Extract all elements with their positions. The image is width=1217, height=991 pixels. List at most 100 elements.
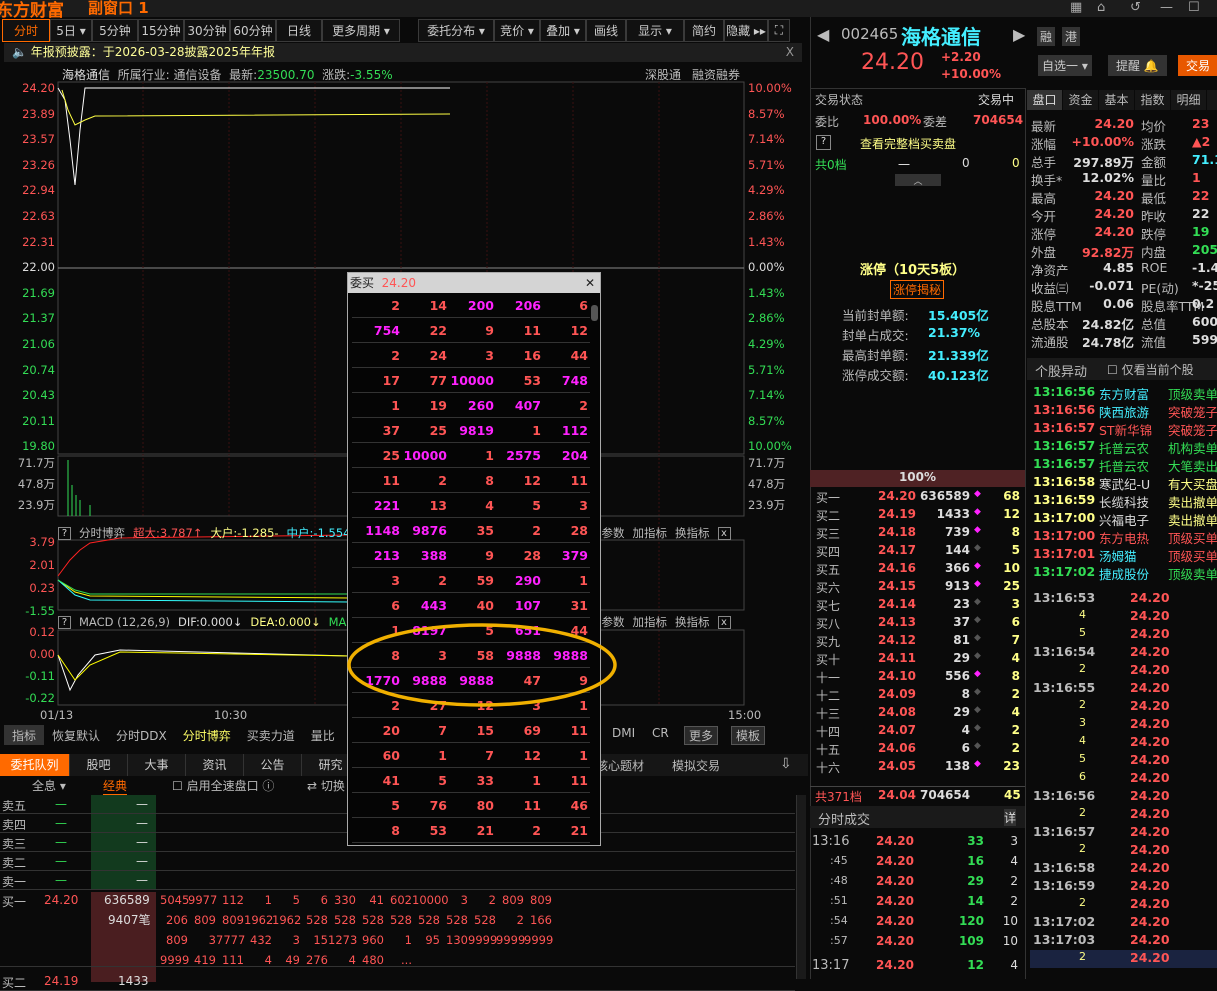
- help-icon[interactable]: ?: [58, 526, 71, 540]
- game-tick: 2.01: [29, 558, 55, 572]
- popup-scrollbar[interactable]: [591, 305, 598, 321]
- fast-checkbox[interactable]: ☐ 启用全速盘口 ⓘ: [172, 777, 274, 794]
- period-tab[interactable]: 5日 ▾: [50, 19, 92, 42]
- indicator-tab[interactable]: 量比: [303, 725, 343, 745]
- full-book-link[interactable]: 查看完整档买卖盘: [860, 135, 956, 152]
- alert-stock[interactable]: 长缆科技: [1099, 492, 1149, 511]
- alert-stock[interactable]: 托普云农: [1099, 438, 1149, 457]
- period-tab[interactable]: 分时: [2, 19, 50, 42]
- macd-dea: [57, 651, 351, 681]
- indicator-tab[interactable]: 分时DDX: [108, 725, 175, 745]
- tool-button[interactable]: 简约: [684, 19, 724, 42]
- watchlist-dropdown[interactable]: 自选一 ▾: [1038, 55, 1092, 76]
- tool-button[interactable]: 画线: [586, 19, 626, 42]
- limit-value: 21.339亿: [928, 348, 989, 363]
- period-tab[interactable]: 5分钟: [92, 19, 138, 42]
- alert-stock[interactable]: 陕西旅游: [1099, 402, 1149, 421]
- quote-tab[interactable]: 盘口: [1027, 90, 1062, 110]
- indicator-tab[interactable]: 更多: [684, 726, 719, 745]
- skin-icon[interactable]: ⌂: [1097, 0, 1105, 15]
- quote-tab[interactable]: 基本: [1099, 90, 1134, 110]
- alert-stock[interactable]: 东方电热: [1099, 528, 1149, 547]
- only-current-checkbox[interactable]: ☐ 仅看当前个股: [1107, 361, 1194, 378]
- tool-button[interactable]: 叠加 ▾: [540, 19, 586, 42]
- alert-stock[interactable]: 汤姆猫: [1099, 546, 1137, 565]
- detail-button[interactable]: 详: [1004, 809, 1017, 826]
- prev-stock-icon[interactable]: ◀: [817, 25, 829, 44]
- period-tab[interactable]: 30分钟: [184, 19, 230, 42]
- period-tab[interactable]: 15分钟: [138, 19, 184, 42]
- close-icon[interactable]: x: [717, 526, 731, 540]
- indicator-tab[interactable]: 模板: [731, 726, 766, 745]
- all-dropdown[interactable]: 全息 ▾: [32, 777, 66, 794]
- stat-value: 19: [1192, 224, 1210, 239]
- help-icon[interactable]: ?: [816, 135, 831, 150]
- notice-bar[interactable]: 🔈 年报预披露：于2026-03-28披露2025年年报 X: [4, 43, 802, 62]
- hk-badge[interactable]: 港: [1062, 27, 1081, 46]
- minimize-icon[interactable]: —: [1160, 0, 1173, 15]
- maximize-icon[interactable]: ☐: [1188, 0, 1200, 15]
- indicator-tab[interactable]: 指标: [4, 725, 45, 745]
- limit-reveal-button[interactable]: 涨停揭秘: [890, 280, 945, 299]
- margin-badge[interactable]: 融: [1037, 27, 1056, 46]
- tick-time: 13:16:56: [1033, 788, 1096, 803]
- alert-stock[interactable]: 东方财富: [1099, 384, 1149, 403]
- bottom-tab[interactable]: 大事: [128, 754, 186, 776]
- switch-button[interactable]: ⇄ 切换: [307, 777, 345, 794]
- classic-tab[interactable]: 经典: [103, 777, 128, 795]
- quote-tab[interactable]: 逐: [1207, 90, 1217, 110]
- next-stock-icon[interactable]: ▶: [1013, 25, 1025, 44]
- quote-tab[interactable]: 指数: [1135, 90, 1170, 110]
- close-icon[interactable]: ✕: [585, 273, 595, 293]
- volume-tick: 23.9万: [17, 498, 55, 512]
- bottom-tab[interactable]: 公告: [244, 754, 302, 776]
- tool-button[interactable]: 隐藏 ▸▸: [724, 19, 768, 42]
- tool-button[interactable]: 委托分布 ▾: [418, 19, 494, 42]
- add-indicator[interactable]: 加指标: [633, 614, 668, 630]
- notice-close-icon[interactable]: X: [786, 43, 794, 62]
- price-tick: 23.26: [22, 157, 55, 172]
- collapse-icon[interactable]: ︿: [895, 174, 941, 187]
- restore-icon[interactable]: ↺: [1130, 0, 1141, 15]
- trade-button[interactable]: 交易: [1178, 55, 1217, 76]
- bottom-tab[interactable]: 资讯: [186, 754, 244, 776]
- add-indicator[interactable]: 加指标: [633, 525, 668, 541]
- quote-tab[interactable]: 资金: [1063, 90, 1098, 110]
- bottom-tab[interactable]: 核心题材: [596, 757, 644, 774]
- queue-scrollbar[interactable]: [796, 795, 806, 979]
- alert-stock[interactable]: 兴福电子: [1099, 510, 1149, 529]
- tool-button[interactable]: 竞价 ▾: [494, 19, 540, 42]
- switch-indicator[interactable]: 换指标: [675, 525, 710, 541]
- trade-vol: 16: [967, 854, 984, 868]
- indicator-tab[interactable]: CR: [652, 726, 669, 740]
- period-tab[interactable]: 60分钟: [230, 19, 276, 42]
- alert-stock[interactable]: 托普云农: [1099, 456, 1149, 475]
- close-icon[interactable]: x: [717, 615, 731, 629]
- alert-button[interactable]: 提醒 🔔: [1108, 55, 1167, 76]
- tool-button[interactable]: 显示 ▾: [626, 19, 684, 42]
- period-tab[interactable]: 更多周期 ▾: [322, 19, 400, 42]
- order-size: 754: [373, 323, 400, 338]
- tool-button[interactable]: ⛶: [768, 19, 790, 42]
- tick-time: 4: [1079, 608, 1086, 621]
- bottom-tab[interactable]: 模拟交易: [672, 757, 720, 774]
- period-tab[interactable]: 日线: [276, 19, 322, 42]
- indicator-tab[interactable]: DMI: [612, 726, 635, 740]
- indicator-tab[interactable]: 恢复默认: [44, 725, 108, 745]
- bottom-tab[interactable]: 委托队列: [0, 754, 70, 776]
- order-size: 1: [264, 893, 272, 907]
- download-icon[interactable]: ⇩: [780, 756, 792, 772]
- queue-row: 卖二 — —: [0, 852, 795, 871]
- quote-tab[interactable]: 明细: [1171, 90, 1206, 110]
- bottom-tab[interactable]: 股吧: [70, 754, 128, 776]
- alert-stock[interactable]: 寒武纪-U: [1099, 474, 1150, 493]
- layout-icon[interactable]: ▦: [1070, 0, 1082, 15]
- switch-indicator[interactable]: 换指标: [675, 614, 710, 630]
- book-price: 24.07: [878, 723, 916, 737]
- alert-stock[interactable]: 捷成股份: [1099, 564, 1149, 583]
- indicator-tab[interactable]: 分时博弈: [175, 725, 239, 745]
- order-size: 35: [476, 523, 494, 538]
- help-icon[interactable]: ?: [58, 615, 71, 629]
- alert-stock[interactable]: ST新华锦: [1099, 420, 1152, 439]
- indicator-tab[interactable]: 买卖力道: [239, 725, 303, 745]
